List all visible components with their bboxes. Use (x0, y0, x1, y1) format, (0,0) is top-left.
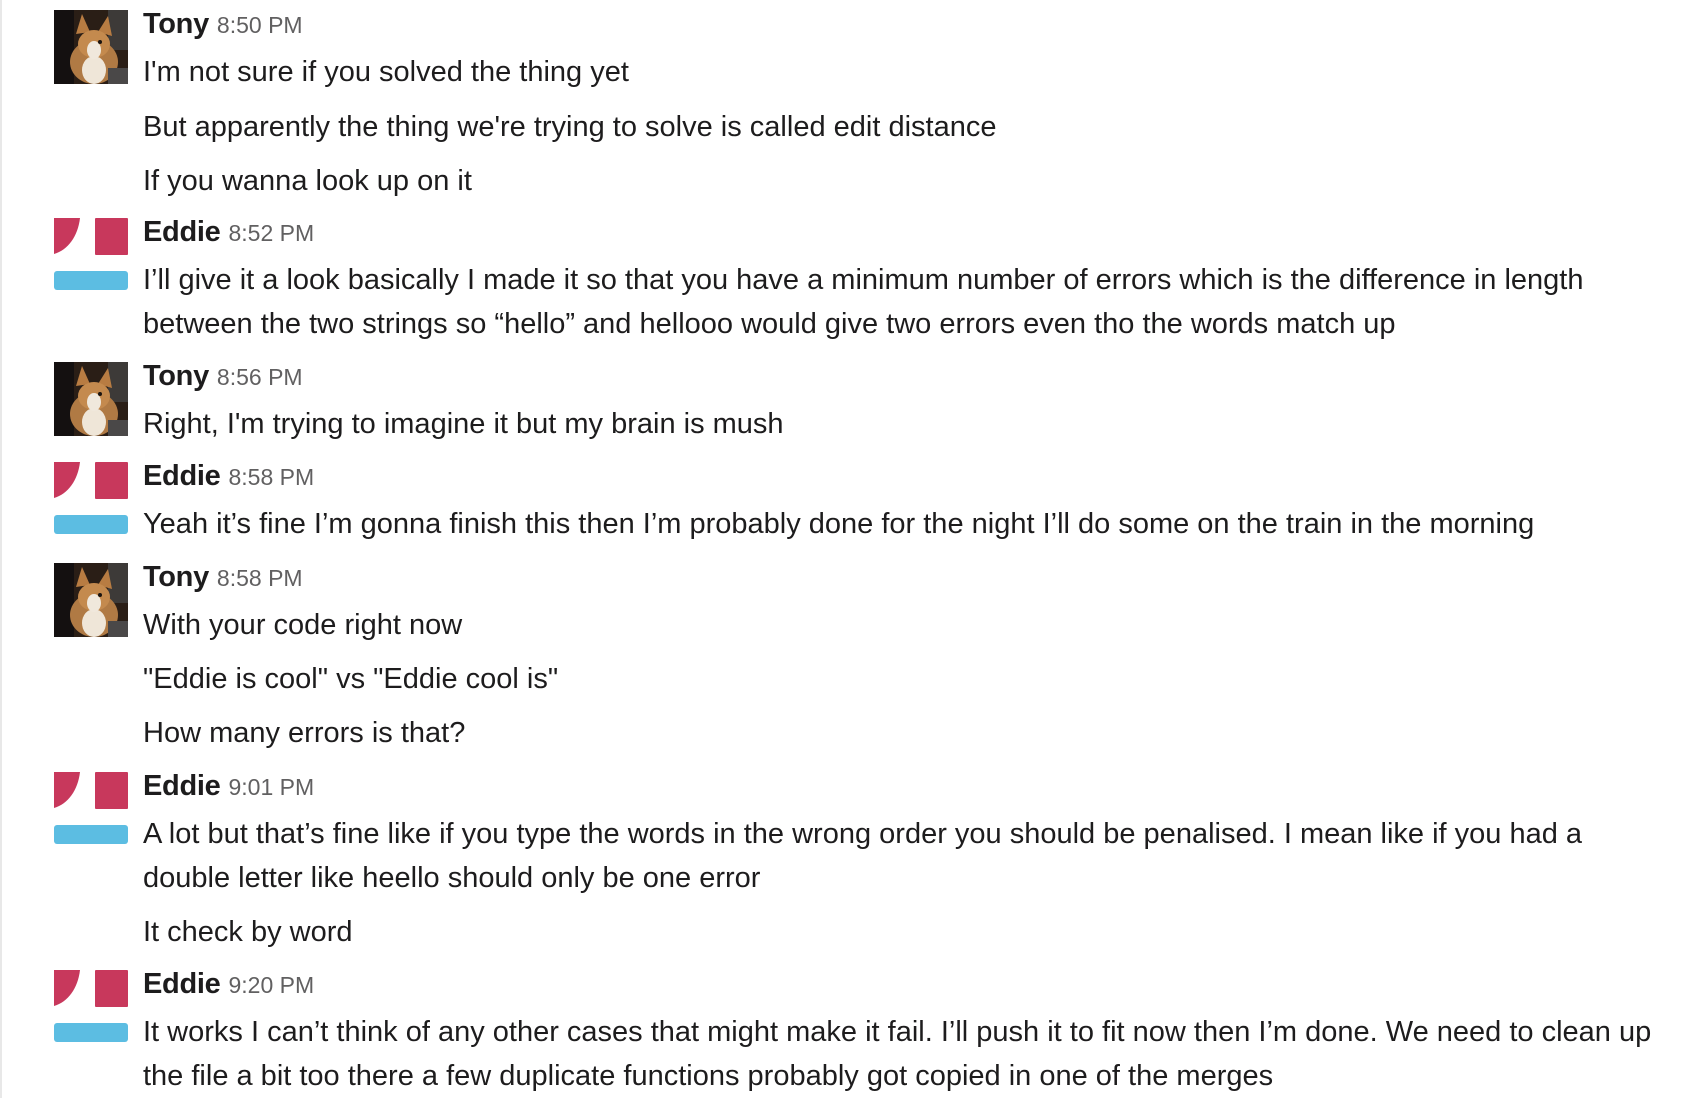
message-text: It works I can’t think of any other case… (143, 1016, 1660, 1092)
sender-name[interactable]: Eddie (143, 968, 221, 1000)
message-text: A lot but that’s fine like if you type t… (143, 818, 1591, 894)
sender-name[interactable]: Eddie (143, 216, 221, 248)
avatar[interactable] (54, 970, 128, 1044)
message-text: I'm not sure if you solved the thing yet (143, 56, 629, 88)
avatar[interactable] (54, 10, 128, 84)
corgi-photo-icon (54, 563, 128, 637)
sender-name[interactable]: Eddie (143, 460, 221, 492)
geometric-identicon-icon (54, 772, 128, 846)
message-text: With your code right now (143, 609, 463, 641)
message-timestamp[interactable]: 9:01 PM (228, 774, 314, 800)
message-timestamp[interactable]: 8:56 PM (217, 364, 303, 390)
message-text: Right, I'm trying to imagine it but my b… (143, 408, 784, 440)
message-header: Tony 8:56 PM (143, 360, 303, 400)
message-header: Eddie 8:58 PM (143, 460, 314, 500)
avatar[interactable] (54, 772, 128, 846)
message-header: Eddie 9:20 PM (143, 968, 314, 1008)
corgi-photo-icon (54, 362, 128, 436)
geometric-identicon-icon (54, 970, 128, 1044)
avatar[interactable] (54, 362, 128, 436)
message-text: If you wanna look up on it (143, 165, 472, 197)
message-text: How many errors is that? (143, 717, 466, 749)
message-header: Eddie 8:52 PM (143, 216, 314, 256)
message-timestamp[interactable]: 8:58 PM (217, 565, 303, 591)
message-timestamp[interactable]: 8:50 PM (217, 12, 303, 38)
message-text: It check by word (143, 916, 353, 948)
message-timestamp[interactable]: 8:58 PM (228, 464, 314, 490)
message-timestamp[interactable]: 8:52 PM (228, 220, 314, 246)
message-text: "Eddie is cool" vs "Eddie cool is" (143, 663, 559, 695)
message-text: Yeah it’s fine I’m gonna finish this the… (143, 508, 1535, 540)
corgi-photo-icon (54, 10, 128, 84)
avatar[interactable] (54, 218, 128, 292)
avatar[interactable] (54, 563, 128, 637)
message-header: Tony 8:58 PM (143, 561, 303, 601)
sender-name[interactable]: Tony (143, 360, 209, 392)
sender-name[interactable]: Tony (143, 561, 209, 593)
avatar[interactable] (54, 462, 128, 536)
sender-name[interactable]: Eddie (143, 770, 221, 802)
message-text: I’ll give it a look basically I made it … (143, 264, 1592, 340)
message-header: Tony 8:50 PM (143, 8, 303, 48)
channel-left-border (0, 0, 2, 1098)
sender-name[interactable]: Tony (143, 8, 209, 40)
message-text: But apparently the thing we're trying to… (143, 111, 997, 143)
geometric-identicon-icon (54, 218, 128, 292)
message-header: Eddie 9:01 PM (143, 770, 314, 810)
message-timestamp[interactable]: 9:20 PM (228, 972, 314, 998)
geometric-identicon-icon (54, 462, 128, 536)
